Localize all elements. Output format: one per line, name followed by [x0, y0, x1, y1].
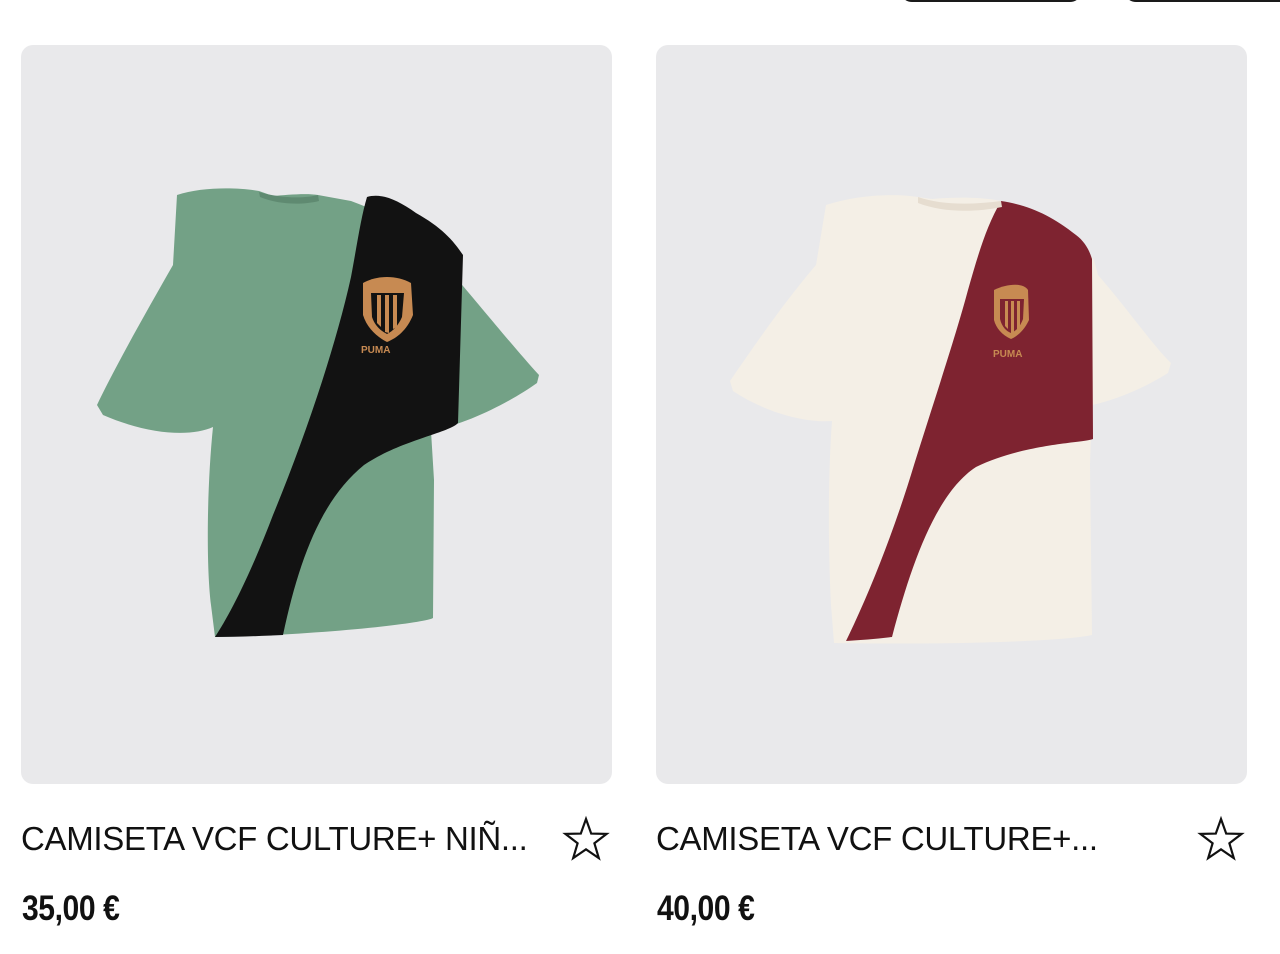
product-price: 35,00 €: [22, 889, 120, 928]
star-outline-icon: [1197, 815, 1245, 861]
product-image: PUMA: [97, 188, 539, 637]
product-card: PUMA CAMISETA VCF CULTURE+... 40,00 €: [656, 45, 1247, 928]
product-title-row: CAMISETA VCF CULTURE+...: [656, 815, 1247, 863]
product-card: PUMA CAMISETA VCF CULTURE+ NIÑ... 35,00 …: [21, 45, 612, 928]
filter-pill[interactable]: [1124, 0, 1280, 2]
filter-pill[interactable]: [900, 0, 1082, 2]
product-price: 40,00 €: [657, 889, 755, 928]
product-image: PUMA: [730, 195, 1171, 644]
tshirt-graphic: PUMA: [97, 188, 539, 637]
brand-logo-text: PUMA: [361, 345, 390, 356]
star-outline-icon: [562, 815, 610, 861]
product-image-link[interactable]: PUMA: [21, 45, 612, 784]
brand-logo-text: PUMA: [993, 349, 1022, 360]
product-title[interactable]: CAMISETA VCF CULTURE+ NIÑ...: [21, 817, 551, 861]
favorite-button[interactable]: [1197, 815, 1245, 863]
favorite-button[interactable]: [562, 815, 610, 863]
product-title[interactable]: CAMISETA VCF CULTURE+...: [656, 817, 1186, 861]
tshirt-graphic: PUMA: [730, 195, 1171, 644]
product-image-link[interactable]: PUMA: [656, 45, 1247, 784]
product-title-row: CAMISETA VCF CULTURE+ NIÑ...: [21, 815, 612, 863]
